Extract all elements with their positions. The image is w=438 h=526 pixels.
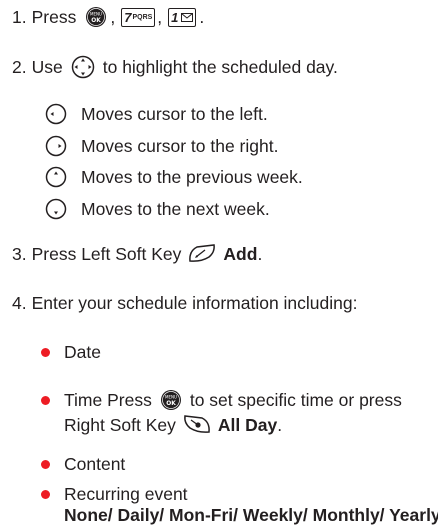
bullet-icon bbox=[41, 460, 50, 469]
step-4: 4. Enter your schedule information inclu… bbox=[12, 293, 358, 314]
step-2: 2. Use to highlight the scheduled day. bbox=[12, 55, 338, 79]
recurring-options-text: None/ Daily/ Mon-Fri/ Weekly/ Monthly/ Y… bbox=[64, 505, 438, 525]
step-number: 2. bbox=[12, 56, 27, 77]
step-number: 1. bbox=[12, 6, 27, 27]
step-end: . bbox=[199, 6, 205, 27]
nav-item-up: Moves to the previous week. bbox=[45, 166, 303, 188]
step-number: 3. bbox=[12, 243, 27, 264]
nav-item-down: Moves to the next week. bbox=[45, 198, 270, 220]
separator: , bbox=[157, 6, 163, 27]
nav-item-text: Moves to the next week. bbox=[81, 198, 270, 219]
one-envelope-key-icon: 1 bbox=[168, 7, 197, 27]
navigation-key-icon bbox=[71, 55, 95, 79]
step-3: 3. Press Left Soft Key Add . bbox=[12, 243, 262, 265]
nav-up-icon bbox=[45, 166, 67, 188]
bullet-text: to set specific time or press bbox=[189, 389, 402, 410]
step-end: . bbox=[257, 243, 263, 264]
bullet-recurring: Recurring event bbox=[41, 484, 188, 505]
recurring-options: None/ Daily/ Mon-Fri/ Weekly/ Monthly/ Y… bbox=[64, 505, 438, 526]
bullet-date: Date bbox=[41, 342, 101, 363]
nav-item-text: Moves cursor to the left. bbox=[81, 103, 268, 124]
bullet-end: . bbox=[277, 414, 283, 435]
nav-item-left: Moves cursor to the left. bbox=[45, 103, 268, 125]
menu-ok-key-icon: MENU OK bbox=[85, 6, 107, 28]
bullet-time-cont: Right Soft Key All Day . bbox=[64, 414, 282, 436]
menu-ok-key-icon: MENU OK bbox=[160, 389, 182, 411]
left-soft-key-icon bbox=[187, 243, 217, 265]
step-text: Use bbox=[31, 56, 63, 77]
seven-pqrs-key-icon: 7 PQRS bbox=[121, 7, 156, 27]
svg-text:OK: OK bbox=[92, 16, 102, 24]
nav-item-right: Moves cursor to the right. bbox=[45, 135, 278, 157]
bullet-text: Date bbox=[64, 342, 101, 362]
add-label: Add bbox=[223, 243, 258, 264]
nav-item-text: Moves cursor to the right. bbox=[81, 135, 279, 156]
step-text: Enter your schedule information includin… bbox=[31, 293, 358, 313]
bullet-content: Content bbox=[41, 454, 125, 475]
nav-left-icon bbox=[45, 103, 67, 125]
svg-text:OK: OK bbox=[166, 399, 176, 407]
step-text: to highlight the scheduled day. bbox=[102, 56, 338, 77]
bullet-icon bbox=[41, 348, 50, 357]
step-text: Press bbox=[31, 6, 77, 27]
bullet-text: Right Soft Key bbox=[64, 414, 176, 435]
bullet-text: Recurring event bbox=[64, 484, 188, 504]
bullet-time: Time Press MENU OK to set specific time o… bbox=[41, 389, 402, 411]
bullet-text: Content bbox=[64, 454, 126, 474]
step-1: 1. Press MENU OK , 7 PQRS , 1 . bbox=[12, 6, 204, 28]
nav-right-icon bbox=[45, 135, 67, 157]
nav-down-icon bbox=[45, 198, 67, 220]
step-number: 4. bbox=[12, 293, 27, 313]
separator: , bbox=[110, 6, 116, 27]
right-soft-key-icon bbox=[182, 414, 212, 436]
bullet-icon bbox=[41, 490, 50, 499]
step-text: Press Left Soft Key bbox=[31, 243, 182, 264]
bullet-text: Time Press bbox=[64, 389, 152, 410]
bullet-icon bbox=[41, 395, 50, 405]
nav-item-text: Moves to the previous week. bbox=[81, 166, 303, 187]
all-day-label: All Day bbox=[217, 414, 278, 435]
